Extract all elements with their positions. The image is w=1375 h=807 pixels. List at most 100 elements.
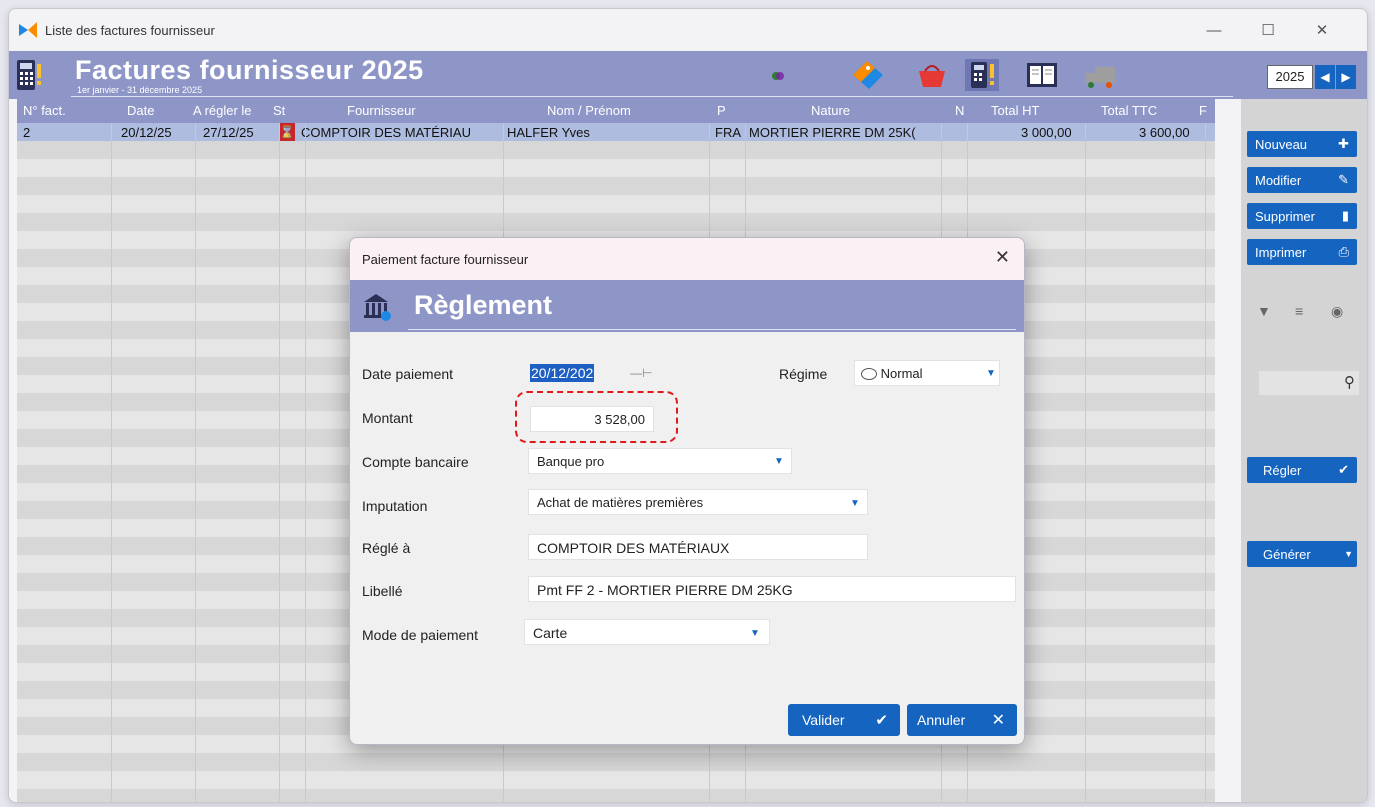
dialog-close-icon[interactable]: ✕ bbox=[995, 247, 1010, 268]
col-total-ttc[interactable]: Total TTC bbox=[1101, 103, 1157, 118]
dialog-heading: Règlement bbox=[414, 290, 553, 320]
close-window-button[interactable]: ✕ bbox=[1295, 9, 1349, 51]
check-icon: ✔ bbox=[875, 712, 888, 729]
print-button[interactable]: Imprimer ⎙ bbox=[1247, 239, 1357, 265]
generate-button-label: Générer bbox=[1263, 546, 1311, 562]
bank-icon bbox=[364, 294, 391, 321]
col-supplier[interactable]: Fournisseur bbox=[347, 103, 416, 118]
basket-icon[interactable] bbox=[915, 59, 949, 91]
year-field[interactable]: 2025 bbox=[1267, 65, 1313, 89]
table-row[interactable]: 2 20/12/25 27/12/25 ⌛ COMPTOIR DES MATÉR… bbox=[17, 123, 1215, 141]
column-divider bbox=[305, 123, 306, 802]
description-field[interactable]: Pmt FF 2 - MORTIER PIERRE DM 25KG bbox=[528, 576, 1016, 602]
cell-total-ht: 3 000,00 bbox=[1021, 125, 1072, 140]
column-divider bbox=[1205, 123, 1206, 802]
imputation-dropdown-icon[interactable]: ▼ bbox=[850, 498, 860, 509]
generate-button[interactable]: Générer ▼ bbox=[1247, 541, 1357, 567]
table-row[interactable] bbox=[17, 159, 1215, 177]
period-label: 1er janvier - 31 décembre 2025 bbox=[77, 85, 203, 95]
invoices-calculator-icon[interactable] bbox=[965, 59, 999, 91]
regime-select[interactable]: Normal bbox=[854, 360, 1000, 386]
column-divider bbox=[195, 123, 196, 802]
page-title: Factures fournisseur 2025 bbox=[75, 55, 424, 85]
col-nature[interactable]: Nature bbox=[811, 103, 850, 118]
edit-button[interactable]: Modifier ✎ bbox=[1247, 167, 1357, 193]
truck-icon[interactable] bbox=[1083, 59, 1117, 91]
amount-highlight bbox=[515, 391, 678, 443]
check-icon: ✔ bbox=[1338, 462, 1349, 477]
col-status[interactable]: St bbox=[273, 103, 285, 118]
sort-icon[interactable]: ≡ bbox=[1295, 303, 1303, 319]
amount-label: Montant bbox=[362, 410, 413, 426]
title-bar: Liste des factures fournisseur bbox=[9, 9, 1367, 51]
cell-num: 2 bbox=[23, 125, 31, 140]
table-header: N° fact. Date A régler le St Fournisseur… bbox=[17, 99, 1215, 123]
col-num[interactable]: N° fact. bbox=[23, 103, 66, 118]
settings-icon[interactable]: ◉ bbox=[1331, 303, 1343, 320]
payment-dialog: Paiement facture fournisseur ✕ Règlement… bbox=[349, 237, 1025, 745]
search-icon: ⚲ bbox=[1344, 374, 1355, 391]
header-banner: Factures fournisseur 2025 1er janvier - … bbox=[9, 51, 1367, 99]
tag-icon[interactable] bbox=[851, 59, 885, 91]
table-row[interactable] bbox=[17, 789, 1215, 802]
payment-mode-select[interactable]: Carte bbox=[524, 619, 770, 645]
table-row[interactable] bbox=[17, 213, 1215, 231]
settle-button[interactable]: Régler ✔ bbox=[1247, 457, 1357, 483]
close-x-icon: ✕ bbox=[991, 712, 1005, 729]
dropdown-arrow-icon[interactable]: ▼ bbox=[1344, 549, 1353, 559]
paid-to-field[interactable]: COMPTOIR DES MATÉRIAUX bbox=[528, 534, 868, 560]
dialog-banner: Règlement bbox=[350, 280, 1024, 332]
search-input[interactable]: ⚲ bbox=[1259, 371, 1359, 395]
regime-dropdown-icon[interactable]: ▼ bbox=[986, 368, 996, 379]
column-divider bbox=[111, 123, 112, 802]
minimize-button[interactable]: — bbox=[1187, 9, 1241, 51]
col-due[interactable]: A régler le bbox=[193, 103, 252, 118]
table-row[interactable] bbox=[17, 195, 1215, 213]
description-label: Libellé bbox=[362, 583, 403, 599]
edit-button-label: Modifier bbox=[1255, 172, 1302, 188]
book-icon[interactable] bbox=[1025, 59, 1059, 91]
previous-year-button[interactable]: ◀ bbox=[1315, 65, 1335, 89]
col-n[interactable]: N bbox=[955, 103, 964, 118]
maximize-button[interactable]: ☐ bbox=[1241, 9, 1295, 51]
bank-account-label: Compte bancaire bbox=[362, 454, 469, 470]
pin-icon[interactable]: —⊢ bbox=[630, 366, 652, 380]
filter-icon[interactable]: ▼ bbox=[1257, 303, 1271, 319]
next-year-button[interactable]: ▶ bbox=[1336, 65, 1356, 89]
regime-circle-icon bbox=[861, 368, 877, 380]
payment-mode-dropdown-icon[interactable]: ▼ bbox=[750, 628, 760, 639]
cell-due: 27/12/25 bbox=[203, 125, 254, 140]
bank-account-dropdown-icon[interactable]: ▼ bbox=[774, 456, 784, 467]
col-date[interactable]: Date bbox=[127, 103, 154, 118]
date-field[interactable]: 20/12/202 bbox=[528, 361, 624, 387]
regime-value: Normal bbox=[880, 366, 923, 381]
palette-icon[interactable] bbox=[771, 69, 785, 83]
table-row[interactable] bbox=[17, 141, 1215, 159]
cell-nature: MORTIER PIERRE DM 25K( bbox=[749, 125, 916, 140]
column-divider bbox=[279, 123, 280, 802]
validate-button[interactable]: Valider ✔ bbox=[788, 704, 900, 736]
table-row[interactable] bbox=[17, 753, 1215, 771]
column-divider bbox=[1085, 123, 1086, 802]
cancel-button[interactable]: Annuler ✕ bbox=[907, 704, 1017, 736]
imputation-label: Imputation bbox=[362, 498, 428, 514]
table-row[interactable] bbox=[17, 177, 1215, 195]
plus-icon: ✚ bbox=[1338, 136, 1349, 151]
bank-account-select[interactable]: Banque pro bbox=[528, 448, 792, 474]
cell-supplier: COMPTOIR DES MATÉRIAU bbox=[301, 125, 471, 140]
payment-mode-label: Mode de paiement bbox=[362, 627, 478, 643]
pencil-icon: ✎ bbox=[1338, 172, 1349, 187]
calculator-icon bbox=[17, 60, 41, 90]
col-f[interactable]: F bbox=[1199, 103, 1207, 118]
table-row[interactable] bbox=[17, 771, 1215, 789]
paid-to-label: Réglé à bbox=[362, 540, 411, 556]
col-p[interactable]: P bbox=[717, 103, 726, 118]
imputation-select[interactable]: Achat de matières premières bbox=[528, 489, 868, 515]
col-total-ht[interactable]: Total HT bbox=[991, 103, 1039, 118]
cancel-button-label: Annuler bbox=[917, 712, 966, 728]
new-button[interactable]: Nouveau ✚ bbox=[1247, 131, 1357, 157]
new-button-label: Nouveau bbox=[1255, 136, 1308, 152]
delete-button[interactable]: Supprimer ▮ bbox=[1247, 203, 1357, 229]
col-name[interactable]: Nom / Prénom bbox=[547, 103, 631, 118]
regime-label: Régime bbox=[779, 366, 828, 382]
